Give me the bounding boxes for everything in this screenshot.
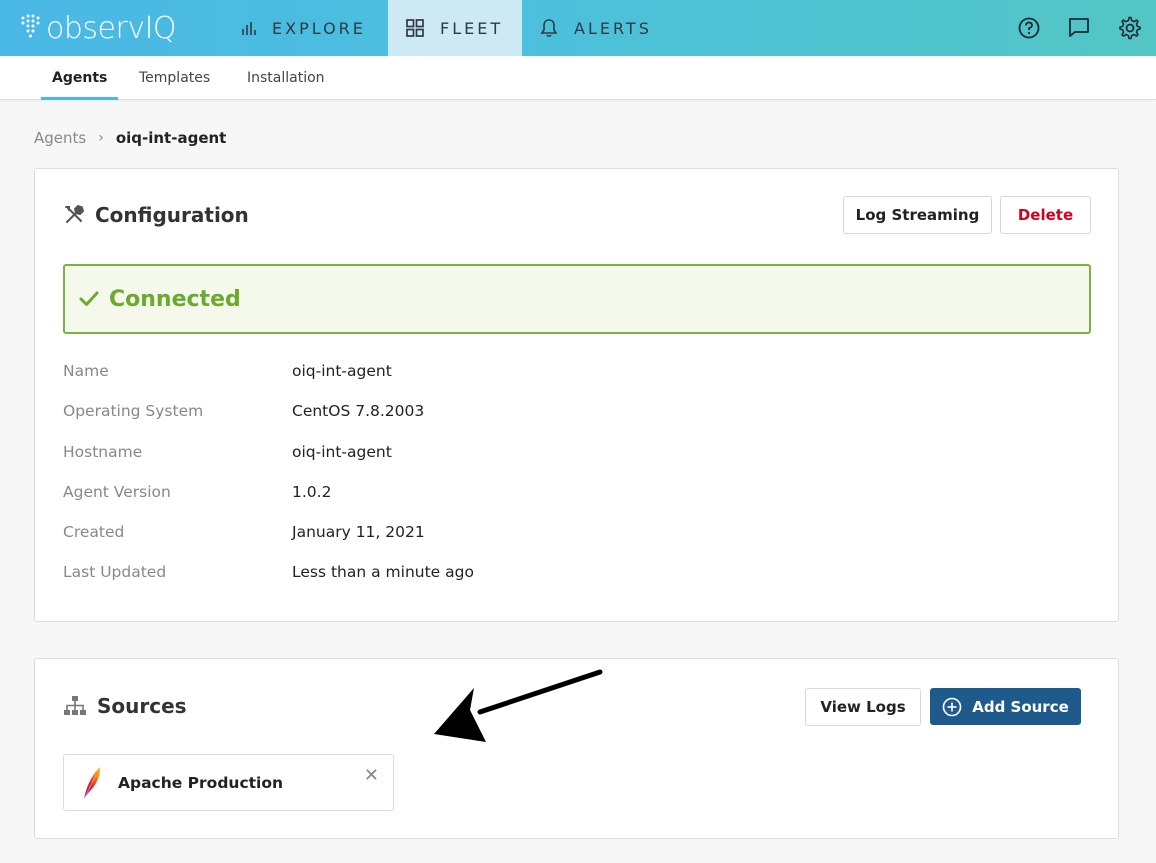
bell-icon [540, 19, 558, 38]
sources-heading: Sources [63, 694, 187, 718]
logo-text: observIQ [46, 10, 177, 46]
subtab-agents[interactable]: Agents [40, 56, 119, 100]
delete-button[interactable]: Delete [1000, 196, 1091, 234]
annotation-arrow [434, 669, 603, 742]
apache-feather-icon [83, 766, 101, 799]
configuration-card: Configuration Log Streaming Delete Conne… [34, 168, 1119, 622]
remove-source-icon[interactable]: ✕ [364, 765, 379, 786]
field-label: Created [63, 523, 125, 541]
connection-status-banner: Connected [63, 264, 1091, 334]
nav-tab-alerts[interactable]: ALERTS [540, 0, 652, 56]
configuration-heading: Configuration [63, 203, 249, 227]
hierarchy-icon [64, 696, 86, 715]
logo-mark-icon [21, 14, 40, 38]
field-label: Agent Version [63, 483, 171, 501]
top-navigation-bar: observIQ EXPLORE FLEET ALERTS [0, 0, 1156, 56]
connection-status-text: Connected [109, 286, 241, 312]
add-source-label: Add Source [972, 697, 1069, 716]
view-logs-button[interactable]: View Logs [805, 688, 921, 726]
breadcrumb-current: oiq-int-agent [115, 129, 227, 147]
add-source-button[interactable]: Add Source [930, 688, 1081, 725]
source-name: Apache Production [118, 773, 284, 792]
field-value: 1.0.2 [292, 483, 332, 501]
subtab-templates[interactable]: Templates [139, 56, 210, 100]
subtab-installation[interactable]: Installation [247, 56, 325, 100]
field-value: oiq-int-agent [292, 362, 392, 380]
field-label: Name [63, 362, 109, 380]
breadcrumb-agents-link[interactable]: Agents [34, 129, 86, 147]
breadcrumb: Agents › oiq-int-agent [34, 128, 226, 148]
field-label: Operating System [63, 402, 204, 420]
check-icon [79, 291, 99, 306]
help-icon[interactable] [1016, 15, 1042, 41]
tools-icon [65, 204, 85, 223]
fleet-subtabs: Agents Templates Installation [0, 56, 1156, 100]
field-label: Last Updated [63, 563, 167, 581]
bar-chart-icon [242, 22, 256, 35]
source-item[interactable]: Apache Production ✕ [63, 754, 394, 811]
feedback-chat-icon[interactable] [1066, 15, 1092, 41]
grid-icon [406, 19, 424, 37]
field-value: oiq-int-agent [292, 443, 392, 461]
field-value: Less than a minute ago [292, 563, 474, 581]
field-value: January 11, 2021 [292, 523, 425, 541]
breadcrumb-separator: › [98, 130, 104, 146]
observiq-logo[interactable]: observIQ [18, 8, 177, 48]
sources-title: Sources [97, 694, 187, 718]
nav-tab-explore-label: EXPLORE [272, 18, 366, 38]
nav-tab-alerts-label: ALERTS [574, 18, 652, 38]
nav-tab-fleet-label: FLEET [440, 18, 504, 38]
log-streaming-button[interactable]: Log Streaming [843, 196, 992, 234]
field-label: Hostname [63, 443, 143, 461]
plus-circle-icon [942, 697, 962, 716]
field-value: CentOS 7.8.2003 [292, 402, 425, 420]
nav-tab-fleet[interactable]: FLEET [388, 0, 522, 56]
nav-tab-explore[interactable]: EXPLORE [240, 0, 366, 56]
configuration-title: Configuration [95, 203, 249, 227]
settings-gear-icon[interactable] [1117, 15, 1143, 41]
